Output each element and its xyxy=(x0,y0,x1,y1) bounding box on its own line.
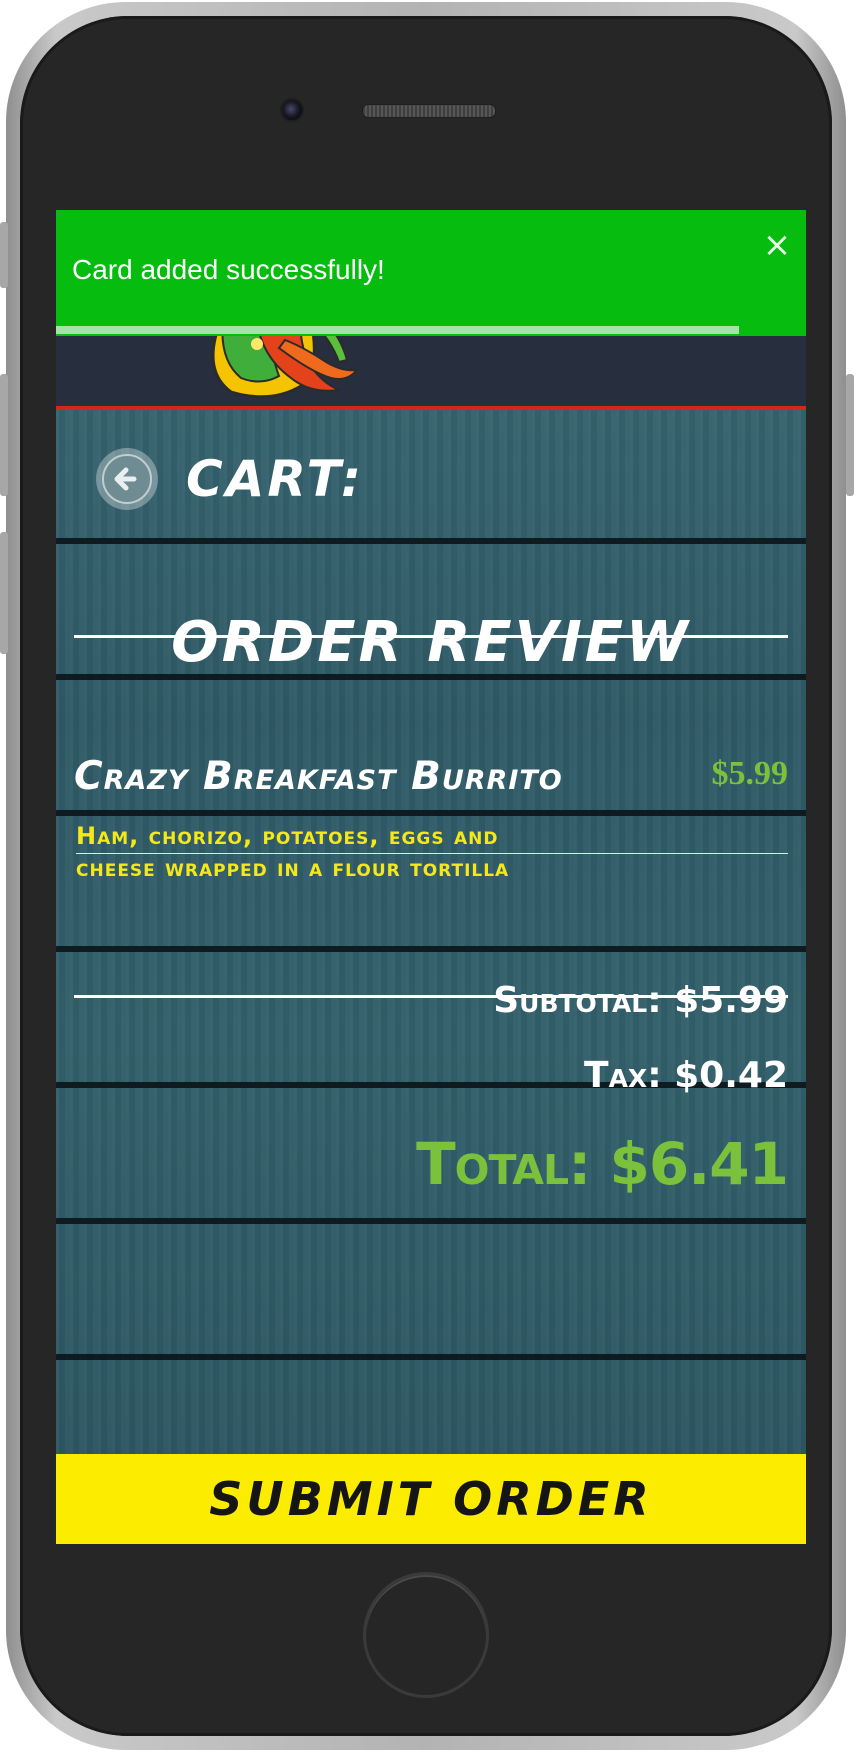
front-camera xyxy=(280,98,304,122)
divider xyxy=(74,635,788,638)
back-arrow-icon xyxy=(102,454,152,504)
subtotal: Subtotal: $5.99 xyxy=(493,980,788,1021)
wood-background xyxy=(56,410,806,1454)
submit-order-button[interactable]: Submit Order xyxy=(56,1454,806,1544)
item-price: $5.99 xyxy=(711,755,789,792)
close-icon[interactable]: × xyxy=(762,228,792,262)
toast-notification: Card added successfully! × xyxy=(56,210,806,336)
earpiece-speaker xyxy=(362,104,496,118)
order-review-title: Order Review xyxy=(171,610,691,675)
toast-message: Card added successfully! xyxy=(72,254,385,285)
divider xyxy=(76,853,788,854)
home-button[interactable] xyxy=(363,1572,489,1698)
divider xyxy=(74,995,788,998)
power-button xyxy=(846,374,854,496)
item-description: Ham, chorizo, potatoes, eggs and cheese … xyxy=(76,822,510,882)
tax: Tax: $0.42 xyxy=(584,1055,788,1096)
back-button[interactable] xyxy=(96,448,158,510)
toast-progress-bar xyxy=(56,326,739,334)
total: Total: $6.41 xyxy=(416,1130,789,1198)
volume-down-button xyxy=(0,532,8,654)
mute-switch xyxy=(0,222,8,288)
cart-title: Cart: xyxy=(186,450,365,508)
volume-up-button xyxy=(0,374,8,496)
item-name: Crazy Breakfast Burrito xyxy=(74,754,563,799)
screen: Cart: Order Review Crazy Breakfast Burri… xyxy=(56,210,806,1544)
